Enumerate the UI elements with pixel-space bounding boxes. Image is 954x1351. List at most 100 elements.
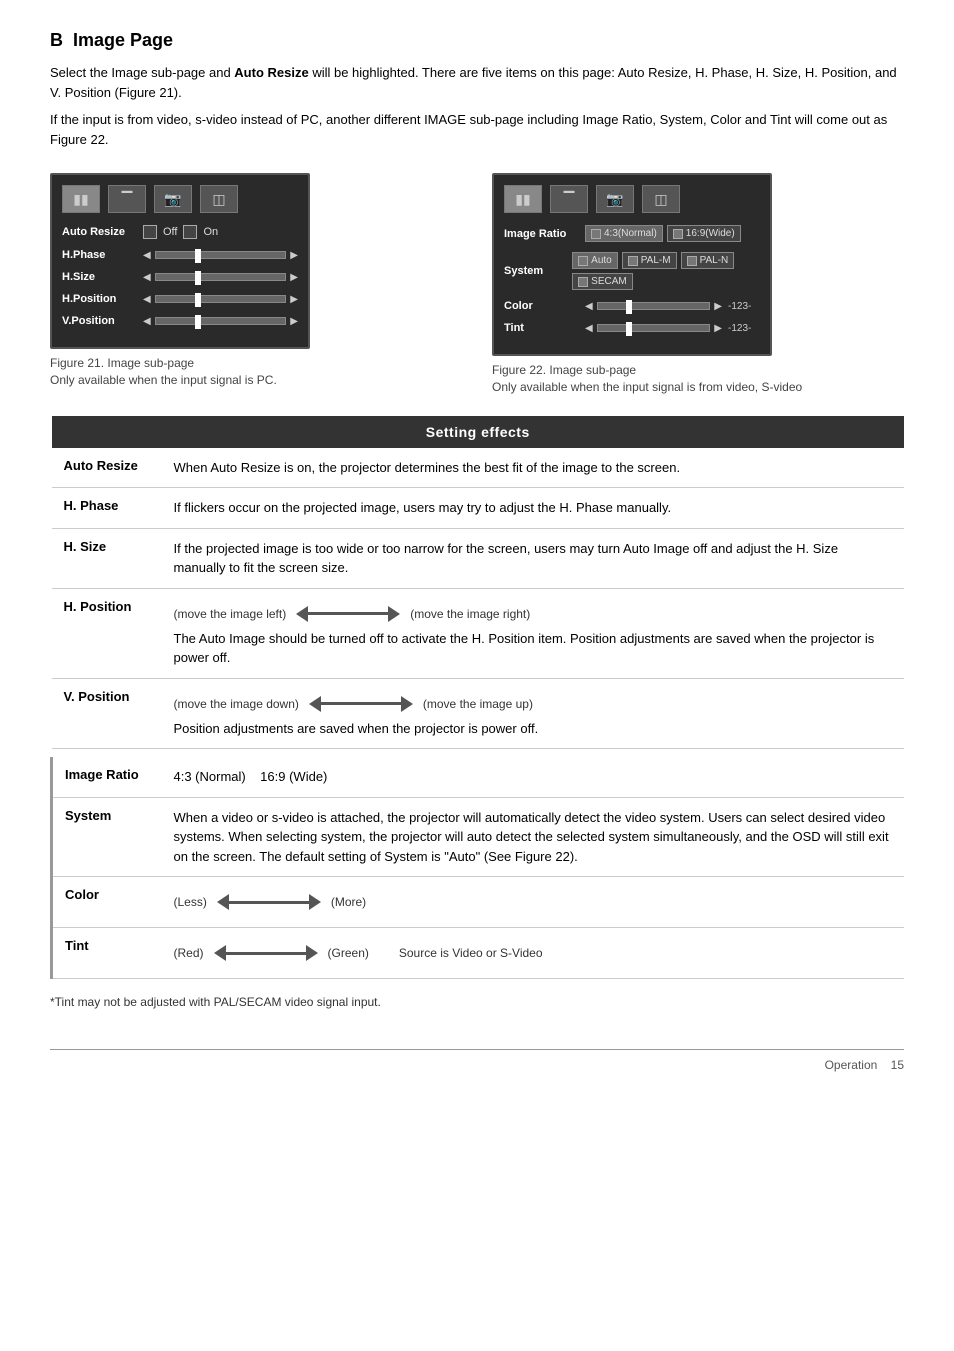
footer-operation: Operation [825,1058,878,1072]
setting-table: Setting effects Auto Resize When Auto Re… [50,416,904,980]
figure22-caption-line1: Figure 22. Image sub-page [492,362,904,379]
figure21-caption-line1: Figure 21. Image sub-page [50,355,462,372]
hsize-slider-wrap: ◀ ▶ [143,272,298,283]
hpos-right-arrow: ▶ [290,294,298,305]
hphase-label: H.Phase [62,249,137,261]
tint-double-arrow [214,945,318,961]
color-right-arrow: ▶ [714,301,722,312]
color-slider-wrap: ◀ ▶ [585,301,722,312]
proj-top-icons: ▮▮ ▔ 📷 ◫ [62,185,298,213]
tint-arrow-diagram: (Red) (Green) Source is Video or S-Video [174,944,893,962]
icon-menu2: 📷 [154,185,192,213]
color-slider [597,302,711,310]
desc-color: (Less) (More) [162,877,905,928]
hphase-slider [155,251,287,259]
hphase-slider-wrap: ◀ ▶ [143,250,298,261]
hsize-left-arrow: ◀ [143,272,151,283]
row-hphase: H. Phase If flickers occur on the projec… [52,488,905,529]
color-arrow-diagram: (Less) (More) [174,893,893,911]
color-right-label: (More) [331,893,366,911]
tint-extra-label: Source is Video or S-Video [399,944,543,962]
row-hpos: H. Position (move the image left) (move … [52,588,905,678]
figure21-caption-line2: Only available when the input signal is … [50,372,462,389]
term-color: Color [52,877,162,928]
vpos-arrow-diagram: (move the image down) (move the image up… [174,695,893,713]
hpos-double-arrow [296,606,400,622]
image-ratio-label: Image Ratio [504,228,579,240]
icon22-menu1: ▔ [550,185,588,213]
tint-left-label: (Red) [174,944,204,962]
system-opts: Auto PAL-M PAL-N SECAM [572,252,760,290]
on-label: On [203,226,218,238]
image-ratio-opts: 4:3(Normal) 16:9(Wide) [585,225,741,242]
opt-palm: PAL-M [622,252,677,269]
row-vpos: V. Position (move the image down) (move … [52,678,905,749]
vpos-slider [155,317,287,325]
desc-hsize: If the projected image is too wide or to… [162,528,905,588]
off-label: Off [163,226,177,238]
color-left-arrow: ◀ [585,301,593,312]
tint-arrow-line [226,952,306,955]
page-footer: Operation 15 [50,1049,904,1072]
section-title-text: Image Page [73,30,173,50]
icon22-menu2: 📷 [596,185,634,213]
system-row: System Auto PAL-M PAL-N SECAM [504,252,760,290]
desc-vpos: (move the image down) (move the image up… [162,678,905,749]
figure21-caption: Figure 21. Image sub-page Only available… [50,355,462,389]
vpos-desc2: Position adjustments are saved when the … [174,719,893,739]
section-title: B Image Page [50,30,904,51]
opt-169: 16:9(Wide) [667,225,741,242]
tint-slider [597,324,711,332]
figure21-ui: ▮▮ ▔ 📷 ◫ Auto Resize Off On H.Phase ◀ [50,173,310,349]
vpos-slider-wrap: ◀ ▶ [143,316,298,327]
row-hsize: H. Size If the projected image is too wi… [52,528,905,588]
opt-paln: PAL-N [681,252,735,269]
desc-hphase: If flickers occur on the projected image… [162,488,905,529]
desc-hpos: (move the image left) (move the image ri… [162,588,905,678]
spacer-row [52,749,905,758]
row-tint: Tint (Red) (Green) Source is Video or S-… [52,928,905,979]
footer-text: Operation 15 [825,1058,904,1072]
term-image-ratio: Image Ratio [52,757,162,797]
footer-page: 15 [891,1058,904,1072]
color-value: -123- [728,301,760,312]
hpos-row: H.Position ◀ ▶ [62,293,298,305]
vpos-right-arrow: ▶ [290,316,298,327]
off-checkbox [143,225,157,239]
hsize-right-arrow: ▶ [290,272,298,283]
hpos-left-arrow: ◀ [143,294,151,305]
hpos-desc2: The Auto Image should be turned off to a… [174,629,893,668]
term-tint: Tint [52,928,162,979]
desc-image-ratio: 4:3 (Normal) 16:9 (Wide) [162,757,905,797]
figure22-ui: ▮▮ ▔ 📷 ◫ Image Ratio 4:3(Normal) 16:9(Wi… [492,173,772,356]
color-arrow-line [229,901,309,904]
vpos-double-arrow [309,696,413,712]
row-auto-resize: Auto Resize When Auto Resize is on, the … [52,448,905,488]
term-hsize: H. Size [52,528,162,588]
hsize-row: H.Size ◀ ▶ [62,271,298,283]
image-ratio-row: Image Ratio 4:3(Normal) 16:9(Wide) [504,225,760,242]
vpos-left-label: (move the image down) [174,695,299,713]
figure22-box: ▮▮ ▔ 📷 ◫ Image Ratio 4:3(Normal) 16:9(Wi… [492,173,904,396]
auto-resize-opts: Off On [143,225,218,239]
tint-left-arrow: ◀ [585,323,593,334]
icon22-menu3: ◫ [642,185,680,213]
proj22-top-icons: ▮▮ ▔ 📷 ◫ [504,185,760,213]
figures-row: ▮▮ ▔ 📷 ◫ Auto Resize Off On H.Phase ◀ [50,173,904,396]
auto-resize-label: Auto Resize [62,226,137,238]
icon-menu3: ◫ [200,185,238,213]
system-label: System [504,265,566,277]
tint-right-label: (Green) [328,944,369,962]
hpos-arrow-line [308,612,388,615]
tint-slider-wrap: ◀ ▶ [585,323,722,334]
vpos-label: V.Position [62,315,137,327]
setting-header: Setting effects [52,416,905,448]
hsize-slider [155,273,287,281]
vpos-arrow-line [321,702,401,705]
figure22-caption-line2: Only available when the input signal is … [492,379,904,396]
desc-tint: (Red) (Green) Source is Video or S-Video [162,928,905,979]
hpos-label: H.Position [62,293,137,305]
row-color: Color (Less) (More) [52,877,905,928]
figure21-box: ▮▮ ▔ 📷 ◫ Auto Resize Off On H.Phase ◀ [50,173,462,389]
vpos-left-arrow: ◀ [143,316,151,327]
